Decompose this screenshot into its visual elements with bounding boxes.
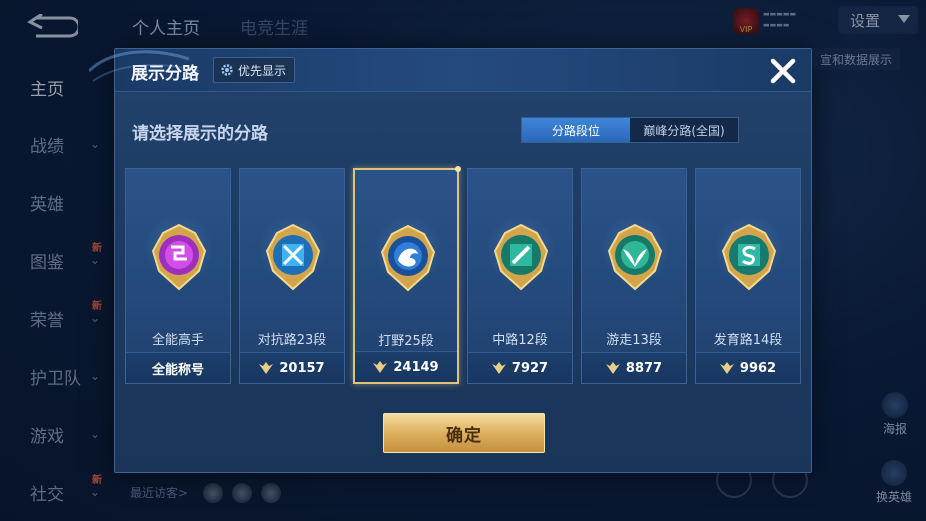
lane-display-dialog: 展示分路 优先显示 请选择展示的分路 分路段位 巅峰分路(全国) 全能高手 全能… [89,48,812,473]
rank-points-icon [373,361,388,373]
lane-points-bar: 20157 [240,352,344,383]
tab-lane-rank[interactable]: 分路段位 [522,118,630,142]
lane-title-text: 全能称号 [151,362,204,378]
dialog-title: 展示分路 [131,64,199,84]
lane-card-clash[interactable]: 对抗路23段 20157 [239,168,345,384]
close-icon[interactable] [767,55,799,87]
lane-points-bar: 9962 [696,352,800,383]
lane-title-bar: 全能称号 [126,352,230,383]
lane-points: 8877 [625,360,663,376]
jungle-badge-icon [380,224,436,292]
tab-peak-lane-national[interactable]: 巅峰分路(全国) [630,118,738,142]
lane-card-mid[interactable]: 中路12段 7927 [467,168,573,384]
lane-card-list: 全能高手 全能称号 对抗路23段 20157 打野25段 24149 中路12段… [125,166,803,384]
lane-points: 7927 [511,360,549,376]
lane-points-bar: 24149 [355,351,457,382]
gear-icon [221,64,233,76]
rank-points-icon [259,362,274,374]
priority-display-button[interactable]: 优先显示 [213,57,296,83]
lane-name: 对抗路23段 [257,333,327,348]
lane-name: 全能高手 [151,333,204,348]
lane-card-jungle[interactable]: 打野25段 24149 [353,166,461,384]
rank-points-icon [719,362,734,374]
dialog-header: 展示分路 优先显示 [89,49,811,92]
lane-name: 发育路14段 [713,333,783,348]
selected-corner-dot [455,166,461,172]
lane-name: 游走13段 [606,333,662,348]
priority-display-label: 优先显示 [238,63,287,78]
lane-name: 打野25段 [378,334,434,349]
lane-points: 24149 [393,359,439,375]
clash-lane-badge-icon [265,223,321,291]
farm-lane-badge-icon [721,223,777,291]
lane-points: 9962 [739,360,777,376]
all-round-badge-icon [151,223,207,291]
select-lane-prompt: 请选择展示的分路 [132,124,268,144]
rank-points-icon [491,362,506,374]
lane-points-bar: 8877 [582,352,686,383]
roam-badge-icon [607,223,663,291]
lane-card-all-round[interactable]: 全能高手 全能称号 [125,168,231,384]
lane-card-farm[interactable]: 发育路14段 9962 [695,168,801,384]
lane-mode-toggle: 分路段位 巅峰分路(全国) [521,117,739,143]
rank-points-icon [605,362,620,374]
lane-name: 中路12段 [492,333,548,348]
mid-lane-badge-icon [493,223,549,291]
confirm-button[interactable]: 确定 [383,413,545,453]
lane-points-bar: 7927 [468,352,572,383]
lane-card-roam[interactable]: 游走13段 8877 [581,168,687,384]
lane-points: 20157 [279,360,325,376]
